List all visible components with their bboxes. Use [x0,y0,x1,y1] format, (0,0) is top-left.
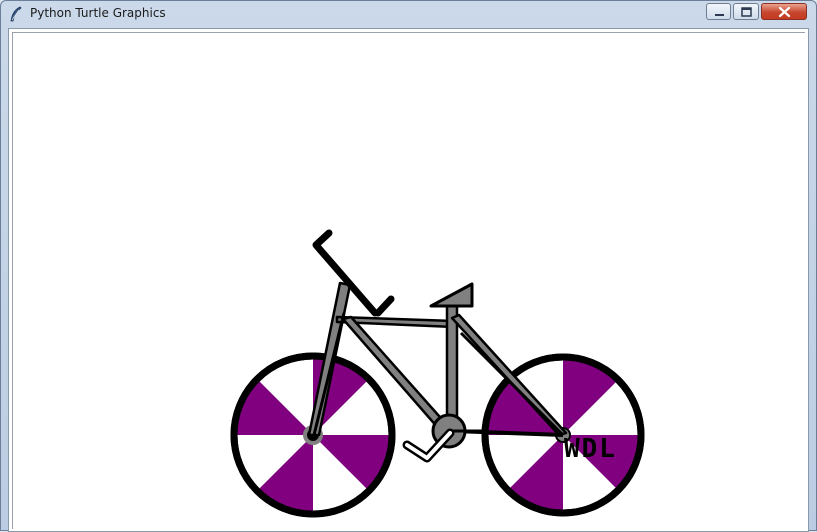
crank [402,413,488,463]
window-title: Python Turtle Graphics [30,6,166,20]
handlebar [312,229,395,317]
canvas-frame: WDL [8,28,809,532]
close-icon [778,6,791,18]
bike-label: WDL [564,434,617,464]
maximize-button[interactable] [733,3,759,20]
title-bar[interactable]: Python Turtle Graphics [1,1,816,28]
turtle-canvas[interactable]: WDL [12,32,805,529]
feather-icon [9,6,23,22]
seat [429,282,474,308]
bicycle-drawing: WDL [230,229,645,518]
minimize-button[interactable] [706,3,731,20]
turtle-window: Python Turtle Graphics WDL [0,0,817,532]
close-button[interactable] [761,3,807,20]
minimize-icon [715,14,724,16]
